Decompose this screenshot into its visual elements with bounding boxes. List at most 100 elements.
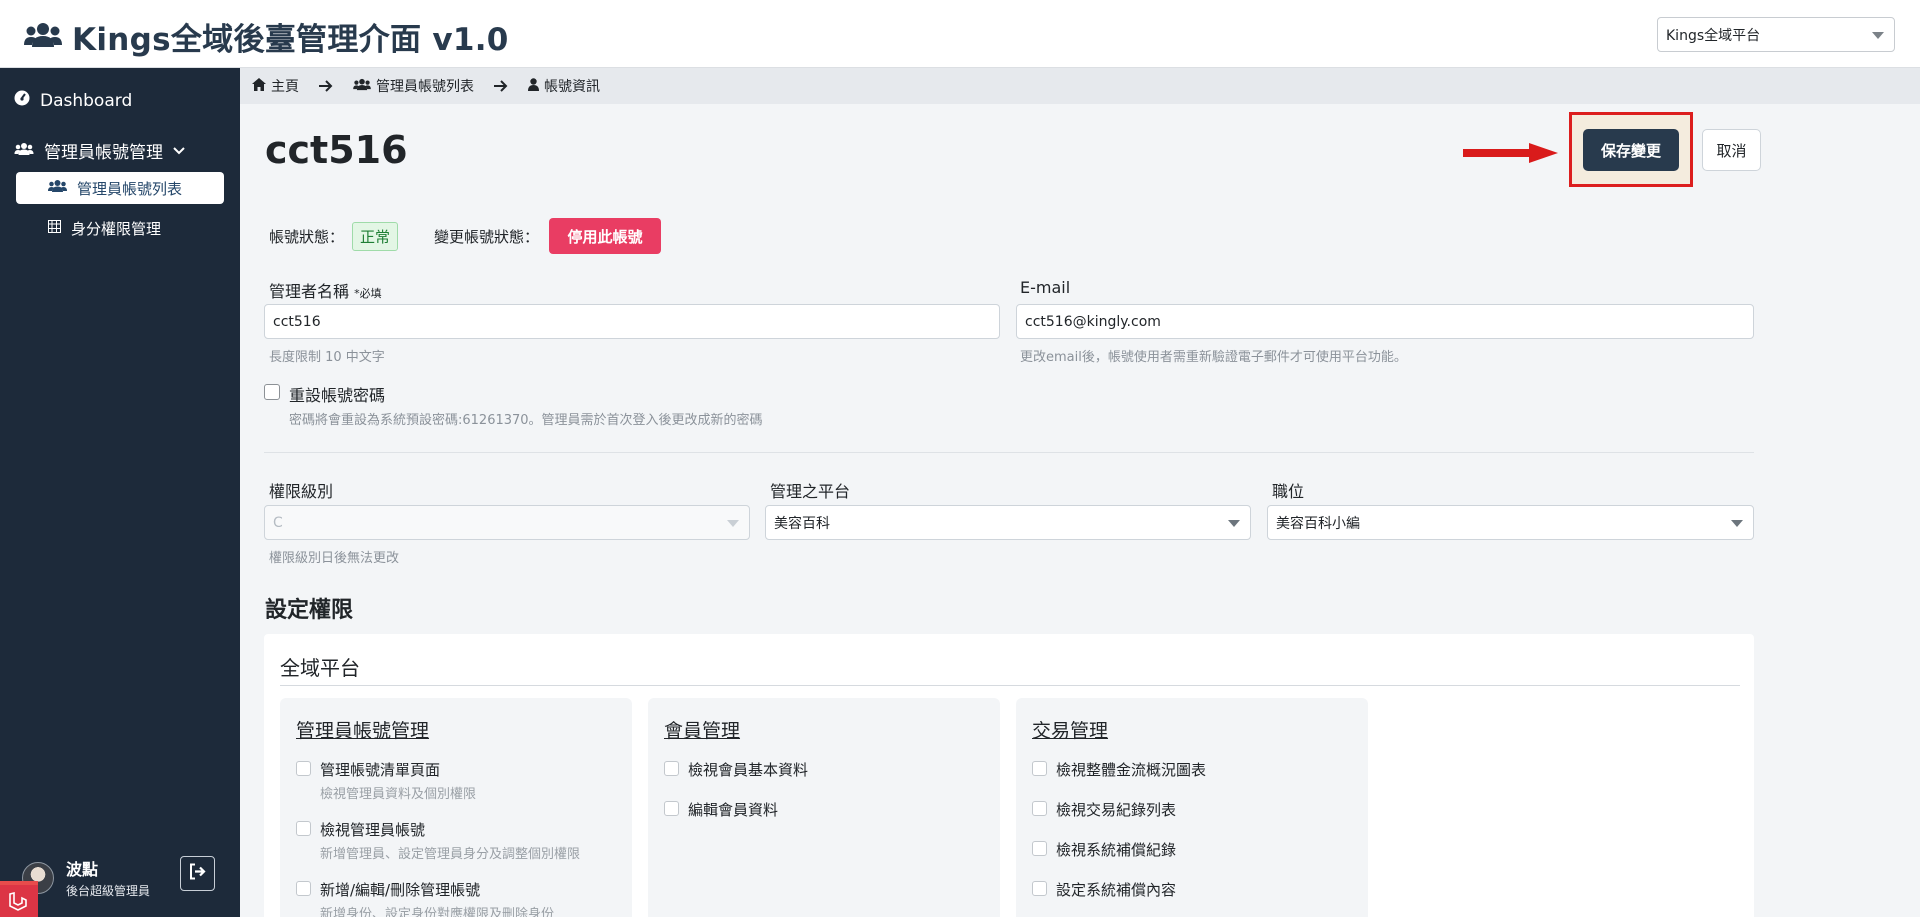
position-label: 職位 bbox=[1272, 482, 1305, 501]
permission-checkbox[interactable] bbox=[1032, 841, 1047, 856]
email-hint: 更改email後，帳號使用者需重新驗證電子郵件才可使用平台功能。 bbox=[1020, 350, 1407, 365]
top-header: Kings全域後臺管理介面 v1.0 Kings全域平台 bbox=[0, 0, 1920, 68]
grid-icon bbox=[48, 219, 61, 237]
permission-desc: 新增管理員、設定管理員身分及調整個別權限 bbox=[320, 847, 581, 862]
sidebar-group-admin[interactable]: 管理員帳號管理 bbox=[14, 138, 185, 163]
permission-label: 設定系統補償內容 bbox=[1056, 881, 1177, 899]
logout-icon bbox=[189, 863, 206, 884]
email-field[interactable] bbox=[1016, 304, 1754, 339]
permission-label: 檢視交易紀錄列表 bbox=[1056, 801, 1177, 819]
card-divider bbox=[280, 685, 1740, 686]
users-icon bbox=[14, 141, 34, 161]
breadcrumb-admin-list[interactable]: 管理員帳號列表 bbox=[353, 76, 474, 96]
users-icon bbox=[353, 78, 371, 95]
user-icon bbox=[528, 77, 539, 95]
name-hint: 長度限制 10 中文字 bbox=[269, 350, 385, 365]
chevron-down-icon bbox=[727, 520, 739, 527]
brand: Kings全域後臺管理介面 v1.0 bbox=[24, 14, 509, 59]
permission-label: 檢視會員基本資料 bbox=[688, 761, 809, 779]
app-title: Kings全域後臺管理介面 v1.0 bbox=[72, 22, 509, 58]
permission-group-member: 會員管理 檢視會員基本資料 編輯會員資料 bbox=[648, 698, 1000, 917]
user-profile: 波點 後台超級管理員 bbox=[22, 856, 150, 899]
users-icon bbox=[24, 21, 62, 53]
permission-checkbox[interactable] bbox=[1032, 881, 1047, 896]
email-label: E-mail bbox=[1020, 278, 1071, 297]
permission-label: 編輯會員資料 bbox=[688, 801, 779, 819]
breadcrumb-account-info: 帳號資訊 bbox=[528, 76, 600, 96]
status-row: 帳號狀態： 正常 變更帳號狀態： 停用此帳號 bbox=[269, 218, 662, 254]
sidebar-item-dashboard[interactable]: Dashboard bbox=[14, 90, 132, 111]
breadcrumb-home[interactable]: 主頁 bbox=[252, 76, 299, 96]
reset-password-hint: 密碼將會重設為系統預設密碼:61261370。管理員需於首次登入後更改成新的密碼 bbox=[289, 413, 763, 428]
red-arrow-annotation bbox=[1463, 143, 1558, 163]
permission-label: 新增/編輯/刪除管理帳號 bbox=[320, 881, 481, 899]
level-label: 權限級別 bbox=[269, 482, 334, 501]
breadcrumb-label: 管理員帳號列表 bbox=[376, 79, 474, 95]
breadcrumb-label: 帳號資訊 bbox=[544, 79, 600, 95]
user-name: 波點 bbox=[66, 860, 99, 879]
permission-checkbox[interactable] bbox=[664, 761, 679, 776]
platform-select-value: Kings全域平台 bbox=[1666, 27, 1761, 44]
level-hint: 權限級別日後無法更改 bbox=[269, 551, 400, 566]
save-button[interactable]: 保存變更 bbox=[1583, 129, 1679, 171]
platform-label: 管理之平台 bbox=[770, 482, 851, 501]
permission-checkbox[interactable] bbox=[296, 881, 311, 896]
permission-desc: 檢視管理員資料及個別權限 bbox=[320, 787, 477, 802]
chevron-down-icon bbox=[1228, 520, 1240, 527]
sidebar-item-label: Dashboard bbox=[40, 90, 133, 111]
main-content: cct516 保存變更 取消 帳號狀態： 正常 變更帳號狀態： 停用此帳號 管理… bbox=[240, 104, 1920, 917]
user-role: 後台超級管理員 bbox=[66, 884, 151, 898]
name-field[interactable] bbox=[264, 304, 1000, 339]
disable-account-button[interactable]: 停用此帳號 bbox=[549, 218, 662, 254]
permissions-card: 全域平台 管理員帳號管理 管理帳號清單頁面 檢視管理員資料及個別權限 檢視管理員… bbox=[264, 634, 1754, 917]
name-label: 管理者名稱 *必填 bbox=[269, 278, 382, 302]
arrow-right-icon bbox=[319, 77, 333, 96]
position-select[interactable]: 美容百科小編 bbox=[1267, 505, 1754, 540]
name-label-text: 管理者名稱 bbox=[269, 282, 350, 301]
platform-select[interactable]: Kings全域平台 bbox=[1657, 17, 1895, 52]
users-icon bbox=[48, 179, 67, 197]
logout-button[interactable] bbox=[180, 856, 215, 891]
chevron-down-icon bbox=[173, 141, 185, 161]
permission-group-title: 管理員帳號管理 bbox=[296, 720, 430, 742]
page-title: cct516 bbox=[265, 128, 408, 172]
status-change-label: 變更帳號狀態： bbox=[434, 227, 540, 246]
permission-checkbox[interactable] bbox=[296, 821, 311, 836]
cancel-button[interactable]: 取消 bbox=[1702, 129, 1761, 171]
breadcrumb-label: 主頁 bbox=[271, 79, 299, 95]
permission-checkbox[interactable] bbox=[1032, 761, 1047, 776]
sidebar-item-label: 身分權限管理 bbox=[71, 219, 162, 238]
required-marker: *必填 bbox=[354, 287, 382, 300]
permission-group-admin: 管理員帳號管理 管理帳號清單頁面 檢視管理員資料及個別權限 檢視管理員帳號 新增… bbox=[280, 698, 632, 917]
sidebar: Dashboard 管理員帳號管理 管理員帳號列表 身分權限管理 波點 後台超級… bbox=[0, 68, 240, 917]
sidebar-item-admin-list[interactable]: 管理員帳號列表 bbox=[16, 172, 224, 204]
divider bbox=[264, 452, 1754, 453]
permissions-section-title: 設定權限 bbox=[265, 598, 354, 623]
chevron-down-icon bbox=[1731, 520, 1743, 527]
platform-select-value: 美容百科 bbox=[774, 515, 830, 532]
status-label: 帳號狀態： bbox=[269, 227, 345, 246]
breadcrumb: 主頁 管理員帳號列表 帳號資訊 bbox=[240, 68, 1920, 104]
permission-checkbox[interactable] bbox=[1032, 801, 1047, 816]
status-badge: 正常 bbox=[352, 221, 399, 251]
sidebar-item-role-permissions[interactable]: 身分權限管理 bbox=[16, 212, 224, 244]
managed-platform-select[interactable]: 美容百科 bbox=[765, 505, 1251, 540]
reset-password-checkbox[interactable] bbox=[264, 384, 280, 400]
permission-group-title: 交易管理 bbox=[1032, 720, 1109, 742]
reset-password-label[interactable]: 重設帳號密碼 bbox=[289, 382, 385, 406]
permission-group-title: 會員管理 bbox=[664, 720, 741, 742]
laravel-logo-icon bbox=[0, 881, 38, 917]
position-select-value: 美容百科小編 bbox=[1276, 515, 1360, 532]
permission-checkbox[interactable] bbox=[296, 761, 311, 776]
level-select: C bbox=[264, 505, 750, 540]
permission-label: 檢視系統補償紀錄 bbox=[1056, 841, 1177, 859]
permission-label: 檢視管理員帳號 bbox=[320, 821, 426, 839]
permission-label: 檢視整體金流概況圖表 bbox=[1056, 761, 1207, 779]
permission-checkbox[interactable] bbox=[664, 801, 679, 816]
permission-group-transaction: 交易管理 檢視整體金流概況圖表 檢視交易紀錄列表 檢視系統補償紀錄 設定系統補償… bbox=[1016, 698, 1368, 917]
home-icon bbox=[252, 77, 266, 95]
arrow-right-icon bbox=[494, 77, 508, 96]
permission-desc: 新增身份、設定身份對應權限及刪除身份 bbox=[320, 907, 555, 917]
chevron-down-icon bbox=[1872, 32, 1884, 39]
permission-label: 管理帳號清單頁面 bbox=[320, 761, 441, 779]
